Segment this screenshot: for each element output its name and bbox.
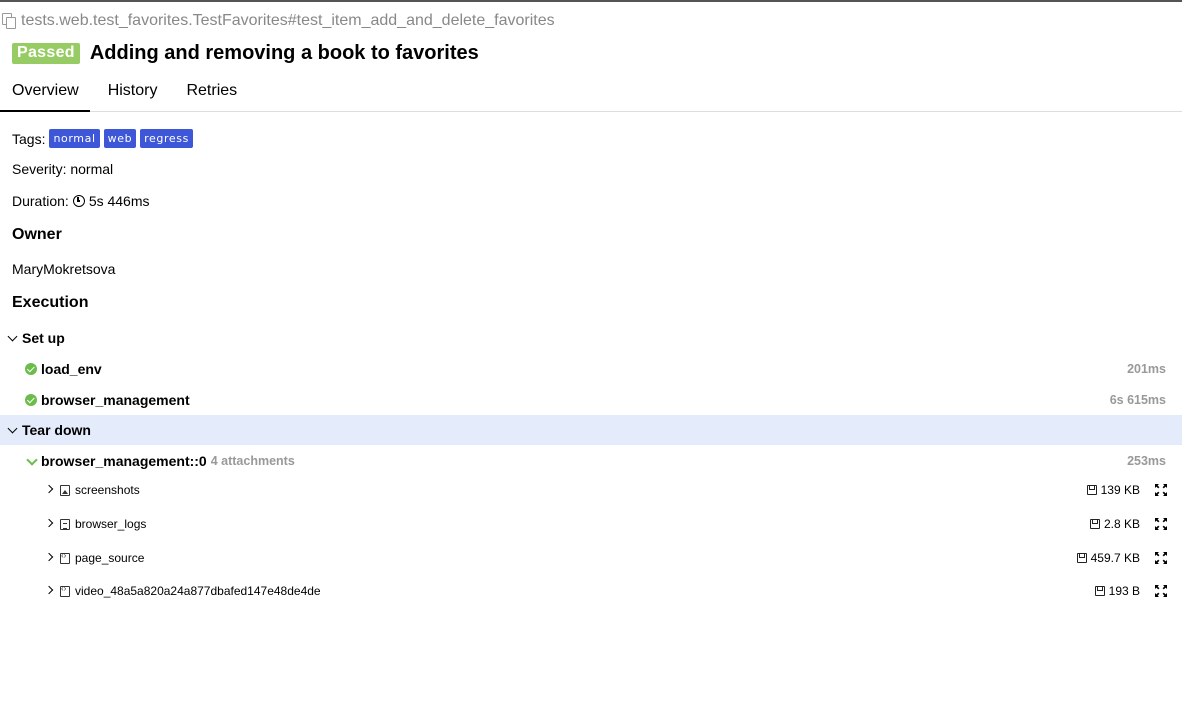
- attachment-name: browser_logs: [75, 517, 147, 531]
- expand-icon[interactable]: [1155, 518, 1167, 530]
- attachment-size-text: 2.8 KB: [1103, 517, 1140, 531]
- severity-row: Severity: normal: [12, 161, 113, 177]
- severity-text: Severity: normal: [12, 161, 114, 177]
- attachment-name: screenshots: [75, 483, 140, 497]
- step-duration: 201ms: [1127, 362, 1166, 376]
- execution-heading: Execution: [12, 294, 89, 311]
- copy-icon[interactable]: [0, 12, 18, 30]
- teardown-section-toggle[interactable]: Tear down: [0, 415, 1182, 445]
- code-file-icon: [60, 584, 70, 597]
- tag-normal: normal: [49, 129, 100, 148]
- attachment-name: video_48a5a820a24a877dbafed147e48de4de: [75, 584, 321, 598]
- step-name: browser_management: [41, 392, 190, 408]
- chevron-down-icon: [25, 454, 39, 468]
- owner-value: MaryMokretsova: [12, 261, 116, 277]
- attachment-size-text: 193 B: [1108, 584, 1140, 598]
- owner-row: MaryMokretsova: [12, 261, 115, 277]
- attachment-row[interactable]: screenshots 139 KB: [0, 477, 1182, 503]
- tag-regress: regress: [140, 129, 193, 148]
- save-icon: [1094, 586, 1105, 596]
- attachment-size: 139 KB: [1086, 483, 1140, 497]
- attachment-size: 2.8 KB: [1089, 517, 1140, 531]
- setup-section-toggle[interactable]: Set up: [0, 323, 1182, 353]
- test-path-text: tests.web.test_favorites.TestFavorites#t…: [21, 12, 555, 29]
- attachment-size: 193 B: [1094, 584, 1140, 598]
- attachment-size-text: 459.7 KB: [1090, 551, 1140, 565]
- tab-overview[interactable]: Overview: [0, 74, 90, 112]
- attachments-count: 4 attachments: [210, 454, 295, 468]
- save-icon: [1076, 553, 1087, 563]
- tab-retries[interactable]: Retries: [174, 74, 248, 112]
- expand-icon[interactable]: [1155, 585, 1167, 597]
- tab-history[interactable]: History: [96, 74, 169, 112]
- duration-label: Duration:: [12, 193, 69, 209]
- chevron-right-icon: [44, 517, 58, 531]
- owner-heading: Owner: [12, 226, 62, 243]
- save-icon: [1086, 485, 1097, 495]
- expand-icon[interactable]: [1155, 484, 1167, 496]
- tag-web: web: [103, 129, 137, 148]
- step-browser-management-teardown[interactable]: browser_management::0 4 attachments 253m…: [0, 447, 1182, 475]
- tags-row: Tags: normal web regress: [12, 129, 193, 148]
- tags-label: Tags:: [12, 130, 46, 147]
- image-file-icon: [60, 484, 70, 496]
- chevron-right-icon: [44, 584, 58, 598]
- teardown-label: Tear down: [22, 422, 91, 438]
- step-name: browser_management::0: [41, 453, 207, 469]
- test-title-bar: Passed Adding and removing a book to fav…: [12, 42, 479, 65]
- check-circle-icon: [25, 363, 37, 375]
- status-badge: Passed: [12, 43, 80, 64]
- step-duration: 6s 615ms: [1109, 393, 1166, 407]
- duration-value: 5s 446ms: [88, 193, 150, 209]
- attachment-size: 459.7 KB: [1076, 551, 1140, 565]
- chevron-right-icon: [44, 551, 58, 565]
- step-browser-management[interactable]: browser_management 6s 615ms: [0, 386, 1182, 414]
- attachment-row[interactable]: video_48a5a820a24a877dbafed147e48de4de 1…: [0, 578, 1182, 604]
- page-title: Adding and removing a book to favorites: [89, 42, 479, 64]
- attachment-name: page_source: [75, 551, 145, 565]
- chevron-right-icon: [44, 483, 58, 497]
- setup-label: Set up: [22, 330, 65, 346]
- clock-icon: [72, 195, 85, 207]
- tab-bar: Overview History Retries: [0, 74, 1182, 112]
- chevron-down-icon: [6, 423, 20, 437]
- test-full-name: tests.web.test_favorites.TestFavorites#t…: [0, 12, 555, 30]
- attachment-size-text: 139 KB: [1100, 483, 1140, 497]
- attachment-row[interactable]: page_source 459.7 KB: [0, 545, 1182, 571]
- check-circle-icon: [25, 394, 37, 406]
- step-name: load_env: [41, 361, 102, 377]
- code-file-icon: [60, 551, 70, 564]
- attachment-row[interactable]: browser_logs 2.8 KB: [0, 511, 1182, 537]
- chevron-down-icon: [6, 331, 20, 345]
- text-file-icon: [60, 518, 70, 530]
- step-duration: 253ms: [1127, 454, 1166, 468]
- duration-row: Duration: 5s 446ms: [12, 193, 150, 209]
- step-load-env[interactable]: load_env 201ms: [0, 355, 1182, 383]
- expand-icon[interactable]: [1155, 552, 1167, 564]
- save-icon: [1089, 519, 1100, 529]
